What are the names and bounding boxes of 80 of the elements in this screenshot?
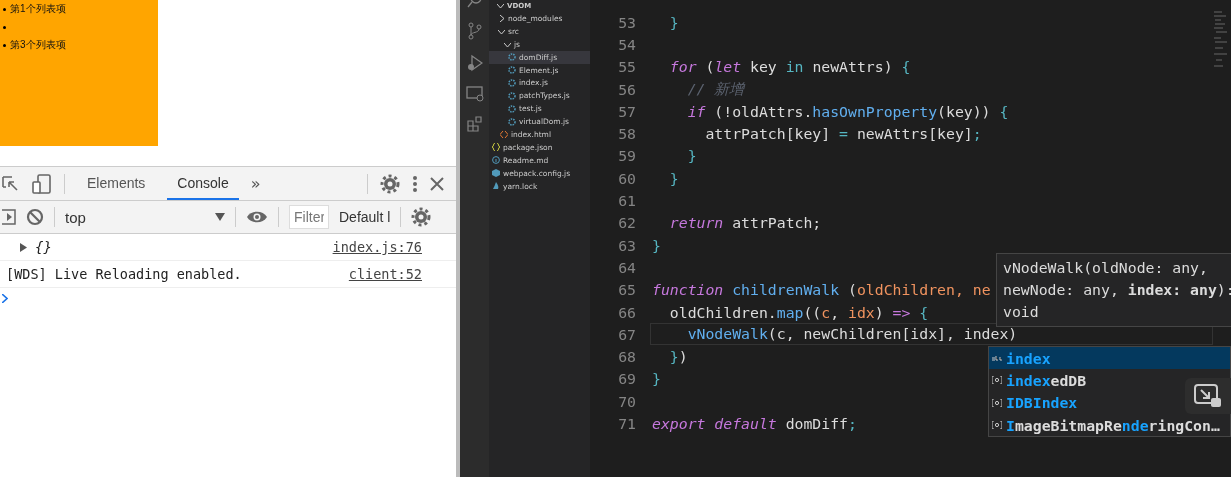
inspect-icon[interactable] [2, 174, 20, 193]
source-control-icon[interactable] [466, 22, 483, 40]
signature-tooltip: vNodeWalk(oldNode: any, newNode: any, index: any): void [996, 253, 1231, 327]
eye-icon[interactable] [246, 210, 268, 224]
line-number: 67 [617, 325, 637, 343]
variable-icon [992, 376, 1002, 385]
prompt-icon [2, 294, 8, 303]
suggestion-item[interactable]: IDBIndex [989, 391, 1081, 414]
devtools-tab[interactable]: Elements [77, 167, 156, 200]
suggestion-item[interactable]: index [989, 347, 1230, 370]
cube-icon [492, 169, 500, 178]
line-number: 66 [617, 303, 637, 321]
list-item: 第1个列表项 [10, 2, 66, 16]
variable-icon [992, 398, 1002, 407]
code-line: if (!oldAttrs.hasOwnProperty(key)) { [686, 102, 1009, 120]
line-number: 56 [617, 80, 637, 98]
code-line: } [686, 147, 697, 165]
code-line: for (let key in newAttrs) { [668, 58, 911, 76]
line-number: 58 [617, 125, 637, 143]
code-line: oldChildren.map((c, idx) => { [668, 303, 929, 321]
suggestion-item[interactable]: indexedDB [989, 369, 1090, 392]
source-link[interactable]: index.js:76 [332, 239, 422, 255]
settings-icon[interactable] [411, 207, 432, 227]
line-number: 59 [617, 147, 637, 165]
text-icon [992, 355, 1002, 362]
line-number: 64 [617, 258, 637, 276]
close-icon[interactable] [430, 176, 444, 191]
context-dropdown[interactable]: top [65, 208, 225, 226]
resize-button[interactable] [1185, 378, 1231, 414]
code-line: } [668, 13, 679, 31]
line-number: 54 [617, 35, 637, 53]
line-number: 61 [617, 192, 637, 209]
line-number: 55 [617, 58, 637, 76]
suggestion-item[interactable]: ImageBitmapRenderingCon… [989, 413, 1223, 437]
console-message: [WDS] Live Reloading enabled. [6, 266, 242, 282]
code-line: }) [668, 348, 688, 366]
more-tabs-button[interactable]: » [250, 174, 261, 193]
bullet-icon [3, 7, 6, 11]
bullet-icon [3, 25, 6, 29]
line-number: 71 [617, 415, 637, 432]
filter-field[interactable]: Filter [289, 205, 329, 229]
kebab-menu-icon[interactable] [412, 174, 418, 193]
settings-icon[interactable] [380, 173, 400, 194]
dropdown-caret-icon [215, 213, 225, 221]
list-item: 第3个列表项 [10, 38, 66, 52]
code-line: return attrPatch; [668, 214, 822, 232]
code-line: } [652, 236, 661, 254]
line-number: 70 [617, 392, 637, 410]
code-line: // 新增 [686, 79, 745, 99]
sidebar-toggle-icon[interactable] [2, 209, 16, 225]
line-number: 63 [617, 236, 637, 254]
braces-icon [492, 143, 500, 152]
expand-arrow-icon[interactable] [20, 242, 27, 252]
line-number: 60 [617, 169, 637, 187]
console-message: {} [35, 239, 52, 255]
code-line: } [652, 370, 661, 388]
code-line: } [668, 169, 679, 187]
line-number: 69 [617, 370, 637, 388]
code-line: attrPatch[key] = newAttrs[key]; [704, 125, 982, 143]
line-number: 62 [617, 214, 637, 232]
line-number: 65 [617, 281, 637, 299]
chevron-icon [497, 3, 504, 9]
clear-console-icon[interactable] [26, 208, 44, 226]
code-line: export default domDiff; [652, 415, 857, 432]
line-number: 68 [617, 348, 637, 366]
monitor-icon[interactable] [465, 86, 484, 102]
variable-icon [992, 421, 1002, 430]
code-line: function childrenWalk (oldChildren, ne [652, 281, 991, 299]
line-number: 53 [617, 13, 637, 31]
extensions-icon[interactable] [466, 116, 483, 132]
arrow-box-icon [1194, 384, 1222, 408]
source-link[interactable]: client:52 [348, 266, 422, 282]
line-number: 57 [617, 102, 637, 120]
levels-dropdown[interactable]: Default l [339, 209, 391, 225]
device-icon[interactable] [32, 173, 52, 194]
run-debug-icon[interactable] [466, 54, 483, 72]
code-icon [500, 130, 508, 138]
info-icon [492, 156, 500, 165]
bullet-icon [3, 43, 6, 47]
drop-icon [492, 182, 500, 190]
